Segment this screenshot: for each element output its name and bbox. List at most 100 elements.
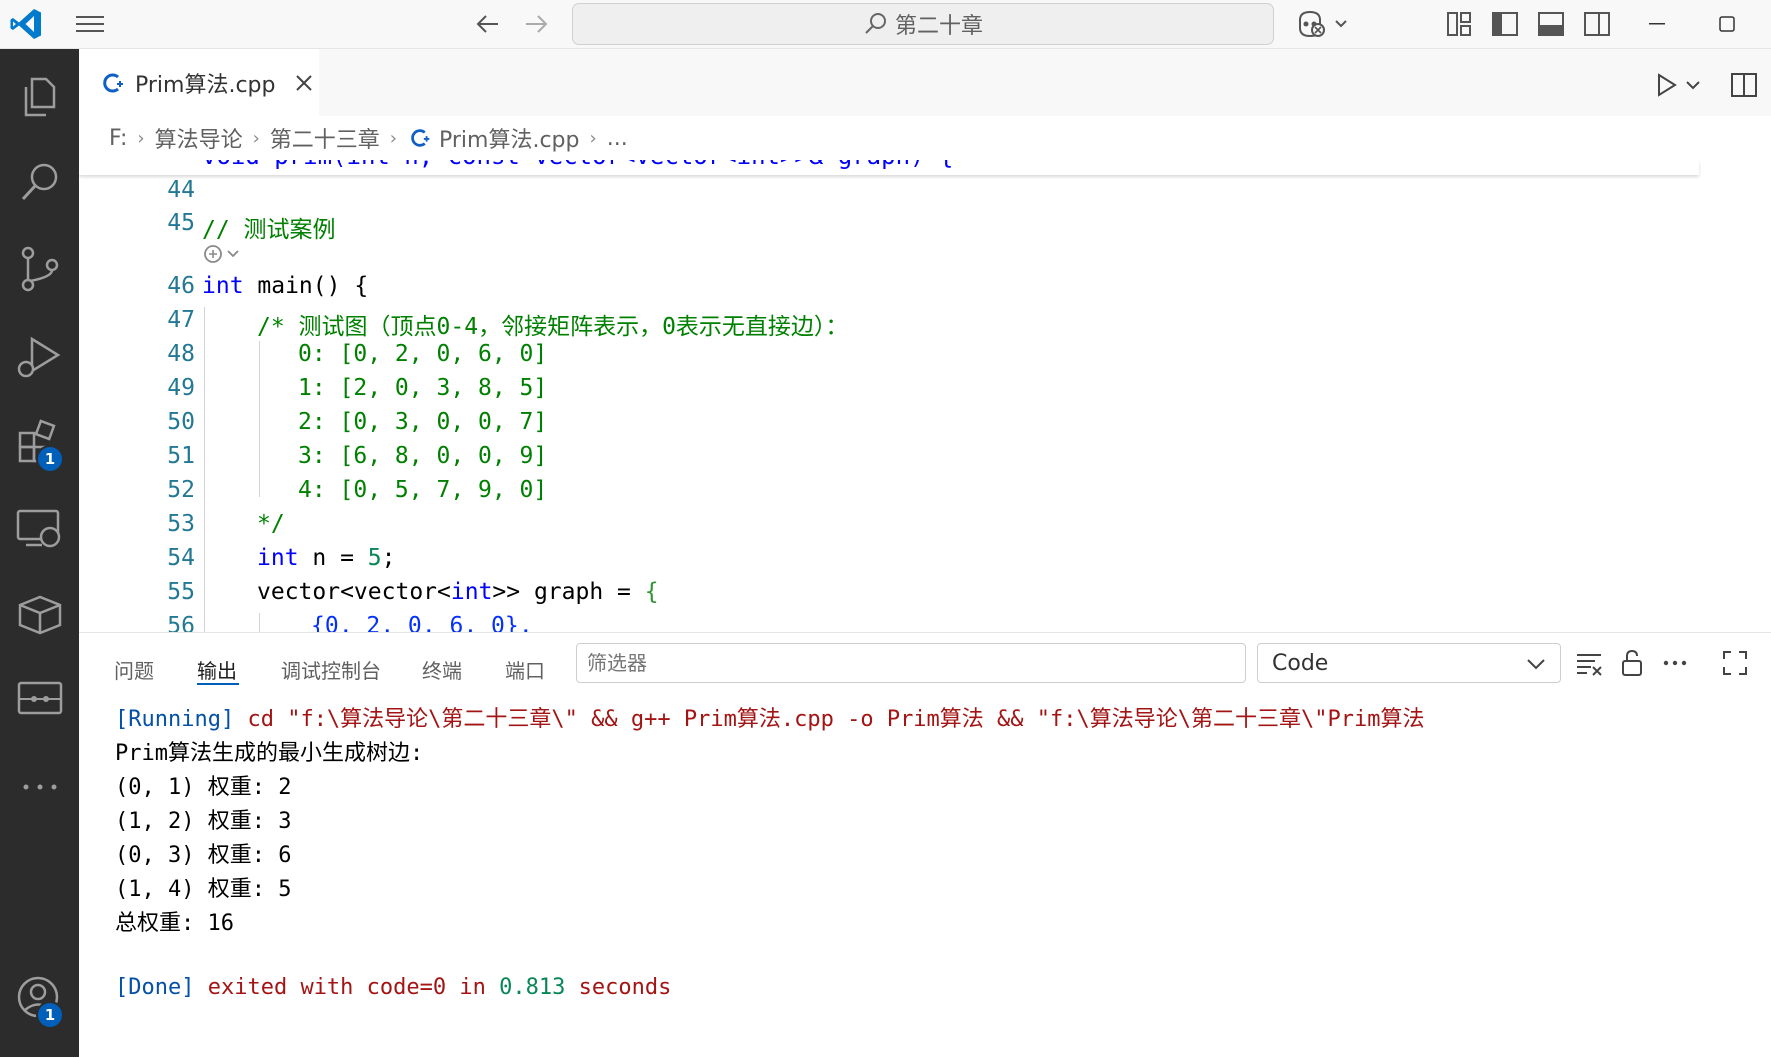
keyword: int [450,579,493,605]
tab-label: Prim算法.cpp [135,72,276,98]
tab-problems[interactable]: 问题 [114,655,154,684]
output-line: (1, 4) 权重: 5 [115,877,292,902]
search-icon[interactable] [12,155,68,211]
toggle-secondary-sidebar-icon[interactable] [1581,8,1613,40]
lock-scroll-icon[interactable] [1616,647,1648,679]
tab-debug-console[interactable]: 调试控制台 [281,655,381,684]
search-text: 第二十章 [894,14,983,39]
line-number: 45 [167,210,195,236]
code-line-49: 1: [2, 0, 3, 8, 5] [298,375,548,401]
code-line-52: 4: [0, 5, 7, 9, 0] [298,477,548,503]
cpp-file-icon [103,73,123,92]
toggle-panel-icon[interactable] [1535,8,1567,40]
minimize-icon[interactable] [1645,12,1669,36]
maximize-panel-icon[interactable] [1719,647,1751,679]
elapsed-time: 0.813 [499,975,566,1000]
split-editor-icon[interactable] [1729,71,1759,99]
code-text: >> graph = [492,579,645,605]
command-center-search[interactable]: 第二十章 [572,3,1274,45]
done-text: exited with [194,975,367,1000]
copilot-icon[interactable] [1294,8,1354,40]
editor-tab-bar: Prim算法.cpp [79,49,1771,116]
line-number: 48 [167,341,195,367]
code-line-54: int n = 5; [257,545,396,571]
chevron-right-icon: › [252,127,260,149]
tab-ports[interactable]: 端口 [505,655,545,684]
clear-output-icon[interactable] [1573,647,1605,679]
code-line-55: vector<vector<int>> graph = { [257,579,659,605]
back-arrow-icon[interactable] [472,10,504,38]
line-number: 53 [167,511,195,537]
line-number: 56 [167,613,195,632]
remote-window-icon[interactable] [12,671,68,727]
package-icon[interactable] [12,587,68,643]
breadcrumb-symbol[interactable]: ... [607,126,628,151]
breadcrumb-subfolder[interactable]: 第二十三章 [270,122,380,154]
close-icon[interactable] [294,73,314,93]
extensions-badge: 1 [36,445,64,473]
code-line-48: 0: [0, 2, 0, 6, 0] [298,341,548,367]
bottom-panel: 问题 输出 调试控制台 终端 端口 Code [Running] cd "f:\… [79,632,1771,1058]
line-number: 52 [167,477,195,503]
breadcrumb-drive[interactable]: F: [109,126,127,151]
line-number: 47 [167,307,195,333]
remote-explorer-icon[interactable] [12,501,68,557]
chevron-down-icon [1527,659,1545,670]
line-number: 51 [167,443,195,469]
vscode-logo-icon [10,9,41,39]
running-tag: [Running] [115,707,235,732]
code-line-53: */ [257,511,285,537]
activity-bar: 1 1 [0,49,79,1057]
line-number: 54 [167,545,195,571]
breadcrumb-folder[interactable]: 算法导论 [155,122,243,154]
line-number: 55 [167,579,195,605]
run-debug-icon[interactable] [12,329,68,385]
source-control-icon[interactable] [12,241,68,297]
output-line: (0, 3) 权重: 6 [115,843,292,868]
line-number: 50 [167,409,195,435]
chevron-right-icon: › [137,127,145,149]
running-command: cd "f:\算法导论\第二十三章\" && g++ Prim算法.cpp -o… [234,707,1425,732]
output-line: (0, 1) 权重: 2 [115,775,292,800]
code-line-46: int main() { [202,273,368,299]
active-tab-indicator [197,683,239,685]
maximize-icon[interactable] [1715,12,1739,36]
code-line-50: 2: [0, 3, 0, 0, 7] [298,409,548,435]
line-number: 46 [167,273,195,299]
more-actions-icon[interactable] [1659,647,1691,679]
run-code-icon[interactable] [1653,71,1713,99]
more-icon[interactable] [12,759,68,815]
exit-code: code=0 [366,975,447,1000]
customize-layout-icon[interactable] [1443,8,1475,40]
forward-arrow-icon[interactable] [520,10,552,38]
search-icon [865,13,886,34]
toggle-primary-sidebar-icon[interactable] [1489,8,1521,40]
channel-value: Code [1272,650,1329,676]
chevron-right-icon: › [589,127,597,149]
breadcrumb: F: › 算法导论 › 第二十三章 › Prim算法.cpp › ... [79,116,1679,160]
line-number: 44 [167,177,195,203]
code-line-56: {0, 2, 0, 6, 0}, [311,613,533,632]
tab-output[interactable]: 输出 [197,655,237,684]
breadcrumb-file[interactable]: Prim算法.cpp [439,122,580,154]
output-line: Prim算法生成的最小生成树边: [115,741,424,766]
copilot-codelens-icon[interactable] [202,242,246,266]
code-editor[interactable]: void prim(int n, const vector<vector<int… [79,160,1771,632]
output-filter-input[interactable] [576,643,1246,683]
number-literal: 5 [367,545,382,571]
menu-icon[interactable] [74,10,106,38]
done-text: seconds [565,975,672,1000]
tab-prim-cpp[interactable]: Prim算法.cpp [79,49,319,116]
indent-guide [259,613,260,632]
sticky-line: void prim(int n, const vector<vector<int… [202,160,953,170]
sticky-scroll[interactable]: void prim(int n, const vector<vector<int… [79,160,1699,175]
indent-guide [204,307,205,632]
keyword: int [202,273,244,299]
tab-terminal[interactable]: 终端 [422,655,462,684]
indent-guide [259,341,260,497]
code-text: vector<vector< [257,579,451,605]
output-done-line: [Done] exited with code=0 in 0.813 secon… [115,975,671,1000]
code-text: main() { [243,273,369,299]
explorer-icon[interactable] [12,69,68,125]
output-channel-select[interactable]: Code [1257,643,1561,683]
